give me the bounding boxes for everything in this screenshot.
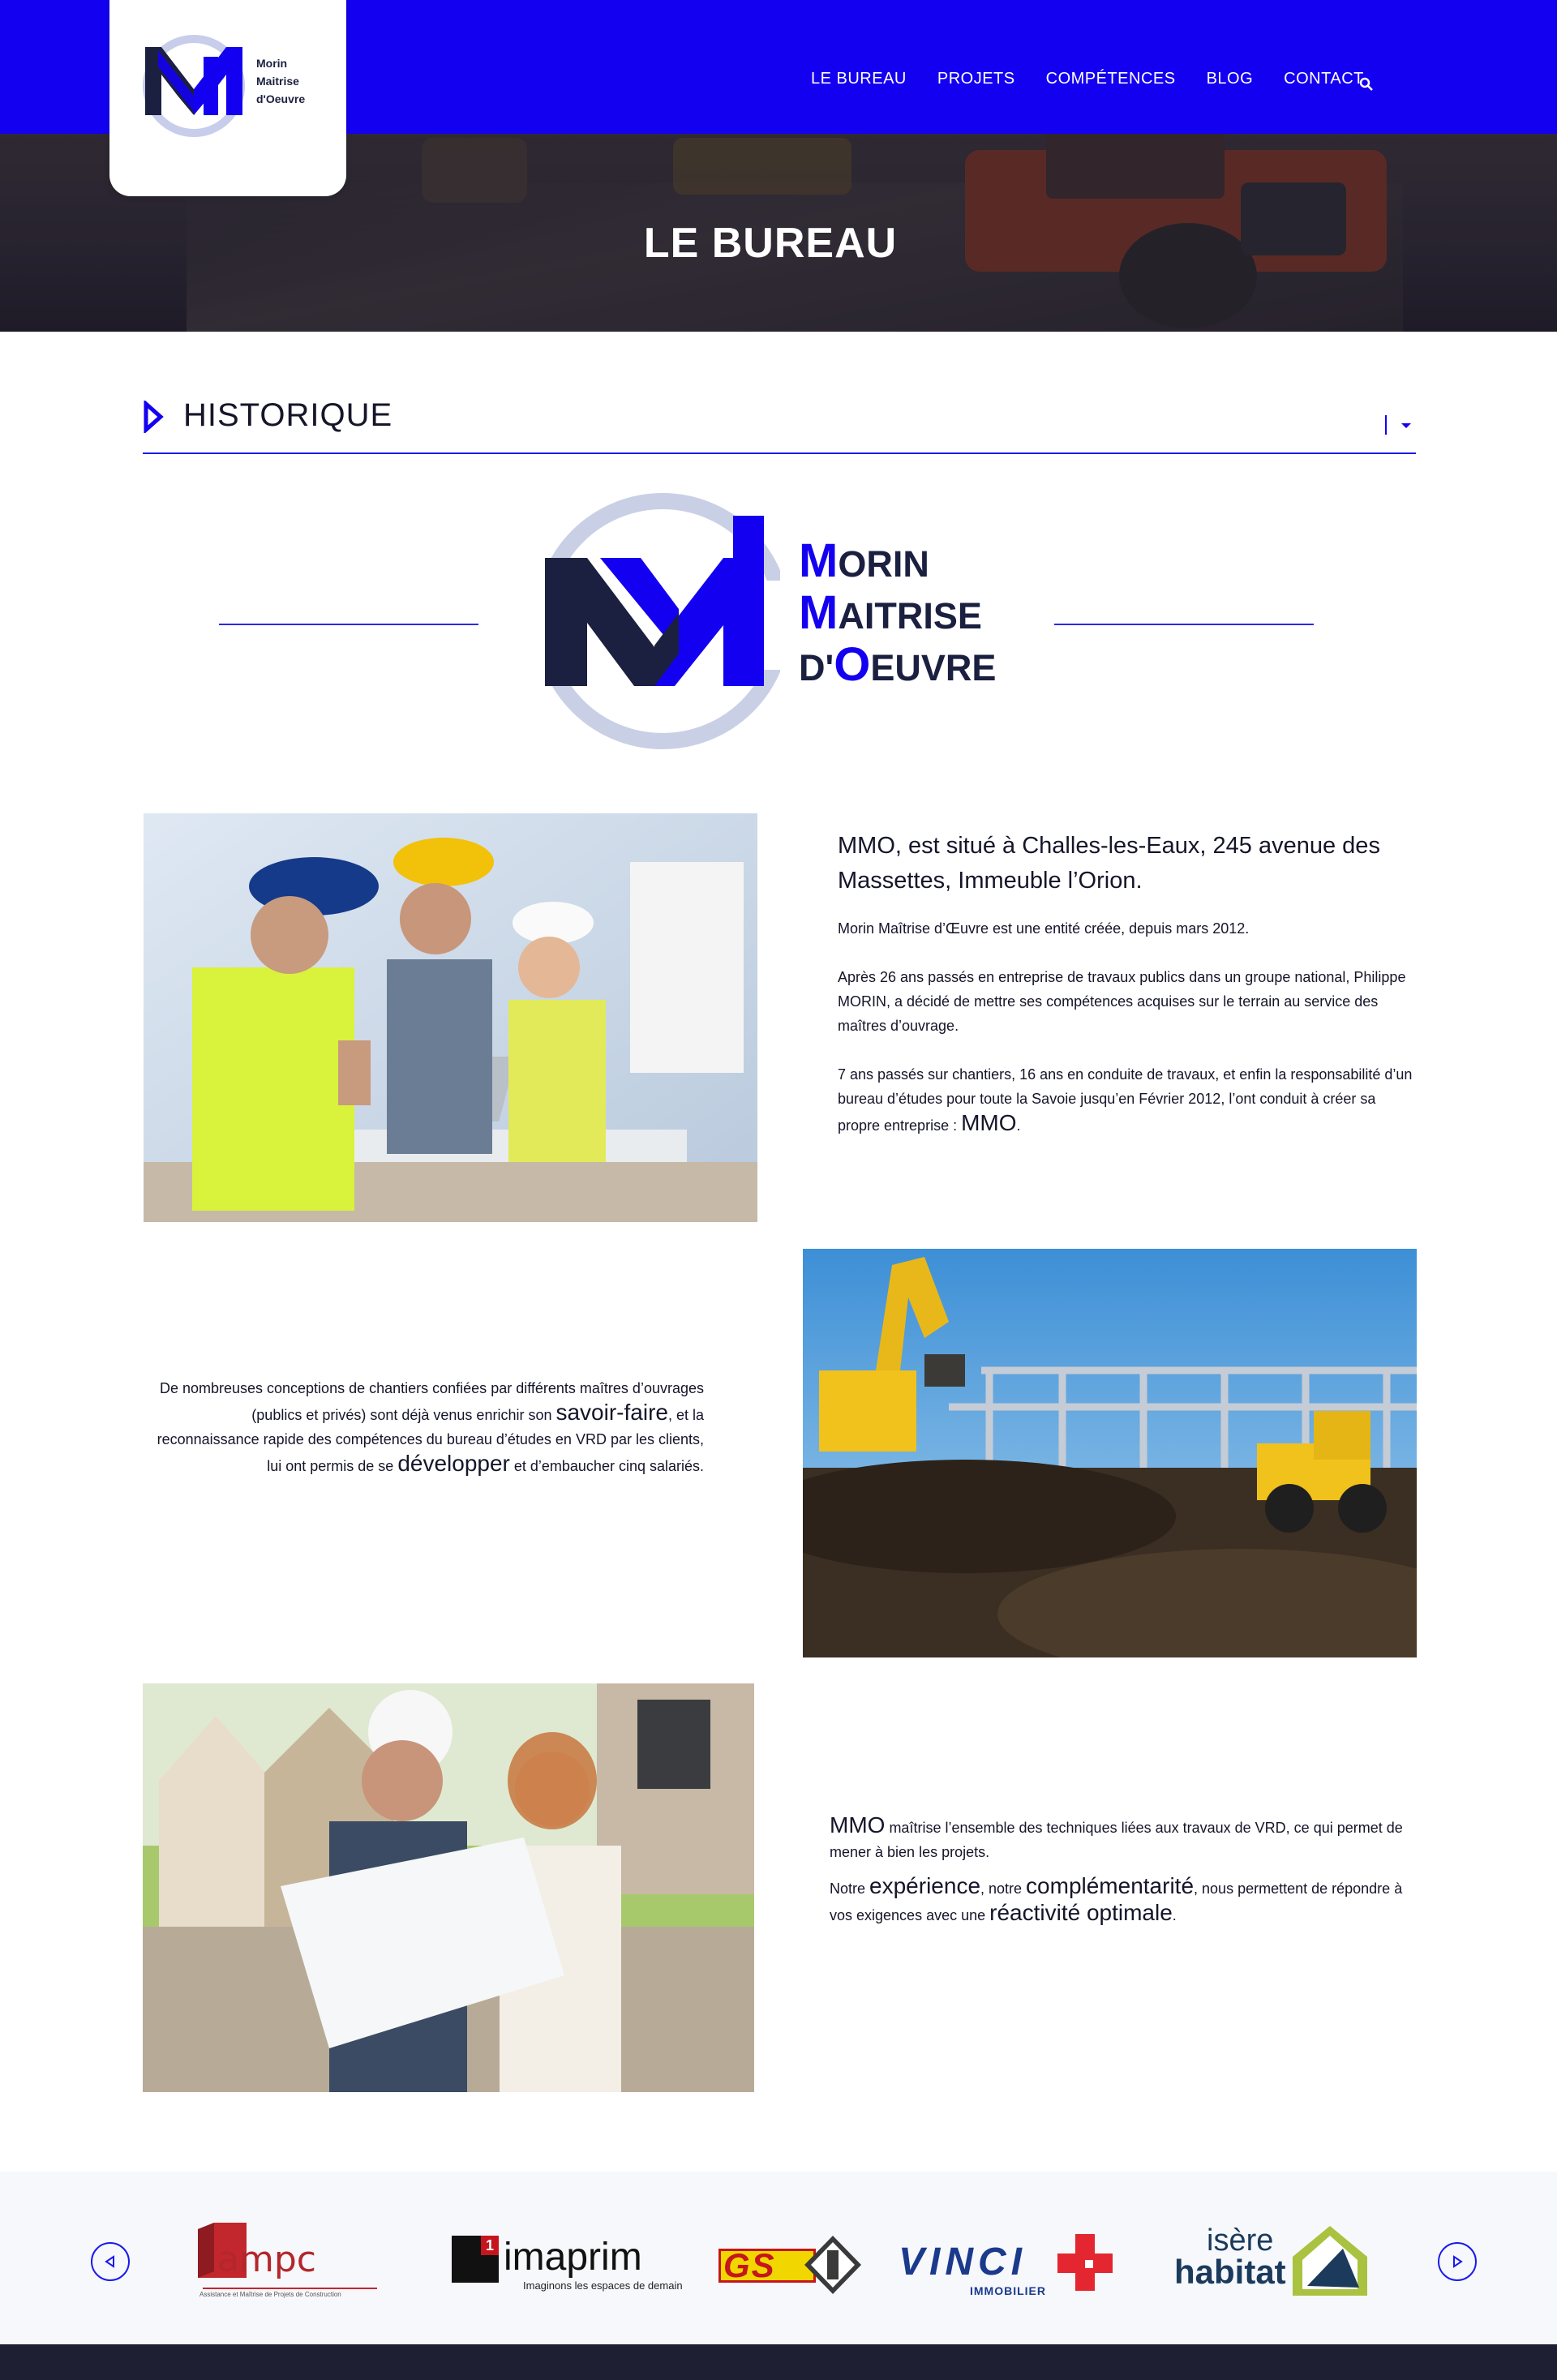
partner-logo-gsi[interactable]: GS [718,2218,863,2299]
intro-text-block: MMO, est situé à Challes-les-Eaux, 245 a… [838,829,1422,1138]
intro-lead: MMO, est situé à Challes-les-Eaux, 245 a… [838,833,1380,894]
slider-prev-button[interactable] [91,2242,130,2281]
vinci-wordmark: VINCI [899,2241,1027,2284]
logo-mark-icon [143,35,245,137]
intro-paragraph-3-end: . [1016,1117,1021,1134]
isere-line-1: isère [1207,2223,1274,2258]
logo-line-3: d'Oeuvre [256,92,306,105]
partner-logo-vinci[interactable]: VINCI IMMOBILIER [897,2218,1116,2299]
intro-paragraph-2: Après 26 ans passés en entreprise de tra… [838,969,1406,1034]
history-text-block: De nombreuses conceptions de chantiers c… [146,1376,704,1478]
intro-paragraph-3-text: 7 ans passés sur chantiers, 16 ans en co… [838,1066,1413,1134]
history-savoir-faire: savoir-faire [555,1400,668,1425]
logo-divider-left [219,624,478,625]
history-developper: développer [397,1451,510,1476]
imaprim-wordmark: imaprim [504,2236,642,2279]
vinci-subtitle: IMMOBILIER [970,2284,1046,2297]
expertise-paragraph-1: MMO maîtrise l’ensemble des techniques l… [830,1813,1413,1864]
expertise-text-a: maîtrise l’ensemble des techniques liées… [830,1820,1403,1860]
chevron-left-icon [105,2255,114,2268]
logo-word-euvre: EUVRE [870,647,997,688]
brand-logo-mark-icon [545,493,780,749]
section-historique: HISTORIQUE [143,397,1416,454]
logo-line-1: Morin [256,57,288,70]
expertise-experience: expérience [869,1873,981,1898]
logo-cap-m2: M [799,586,839,639]
expertise-paragraph-2: Notre expérience, notre complémentarité,… [830,1874,1413,1928]
nav-le-bureau[interactable]: LE BUREAU [811,70,907,88]
search-icon[interactable] [1357,75,1376,94]
intro-paragraph-3: 7 ans passés sur chantiers, 16 ans en co… [838,1062,1422,1138]
nav-competences[interactable]: COMPÉTENCES [1046,70,1176,88]
ampc-wordmark: ampc [217,2239,316,2280]
intro-paragraph-1: Morin Maîtrise d’Œuvre est une entité cr… [838,920,1250,937]
slider-next-button[interactable] [1438,2242,1477,2281]
expertise-text-e: . [1172,1907,1177,1923]
section-arrow-icon [144,401,164,433]
expertise-mmo: MMO [830,1812,886,1838]
expertise-text-b: Notre [830,1880,870,1897]
section-title: HISTORIQUE [183,397,393,433]
intro-mmo-emphasis: MMO [961,1110,1017,1135]
expertise-text-block: MMO maîtrise l’ensemble des techniques l… [830,1813,1413,1928]
imaprim-number: 1 [481,2236,499,2255]
logo-cap-o: O [834,638,871,691]
partner-logo-imaprim[interactable]: 1 imaprim Imaginons les espaces de demai… [450,2218,683,2299]
logo-word-aitrise: AITRISE [838,595,982,637]
history-text-c: et d’embaucher cinq salariés. [509,1458,704,1474]
logo-line-2: Maitrise [256,75,299,88]
photo-engineers-laptop [144,813,757,1222]
partner-logo-isere-habitat[interactable]: isère habitat [1169,2218,1369,2299]
logo-word-orin: ORIN [838,543,929,585]
expertise-text-c: , notre [980,1880,1027,1897]
nav-contact[interactable]: CONTACT [1284,70,1364,88]
logo-cap-m1: M [799,534,839,587]
expertise-complementarite: complémentarité [1026,1873,1195,1898]
expertise-reactivite: réactivité optimale [989,1900,1173,1925]
partner-logo-ampc[interactable]: ampc Assistance et Maîtrise de Projets d… [195,2218,381,2299]
ampc-tagline: Assistance et Maîtrise de Projets de Con… [199,2291,341,2298]
logo-word-d: D' [799,647,834,688]
page-title: LE BUREAU [643,220,898,267]
chevron-right-icon [1453,2255,1463,2268]
footer-bar [0,2344,1557,2380]
logo-divider-right [1054,624,1314,625]
imaprim-tagline: Imaginons les espaces de demain [523,2279,683,2292]
isere-line-2: habitat [1174,2253,1286,2291]
caret-down-icon[interactable] [1383,415,1416,435]
main-nav: LE BUREAU PROJETS COMPÉTENCES BLOG CONTA… [811,66,1395,91]
photo-excavator-site [803,1249,1417,1657]
photo-worker-and-architect [143,1683,754,2092]
nav-blog[interactable]: BLOG [1207,70,1254,88]
gsi-wordmark: GS [723,2246,776,2284]
nav-projets[interactable]: PROJETS [937,70,1015,88]
site-logo[interactable]: Morin Maitrise d'Oeuvre [109,0,346,196]
brand-logo-text: MORIN MAITRISE D'OEUVRE [799,537,996,693]
